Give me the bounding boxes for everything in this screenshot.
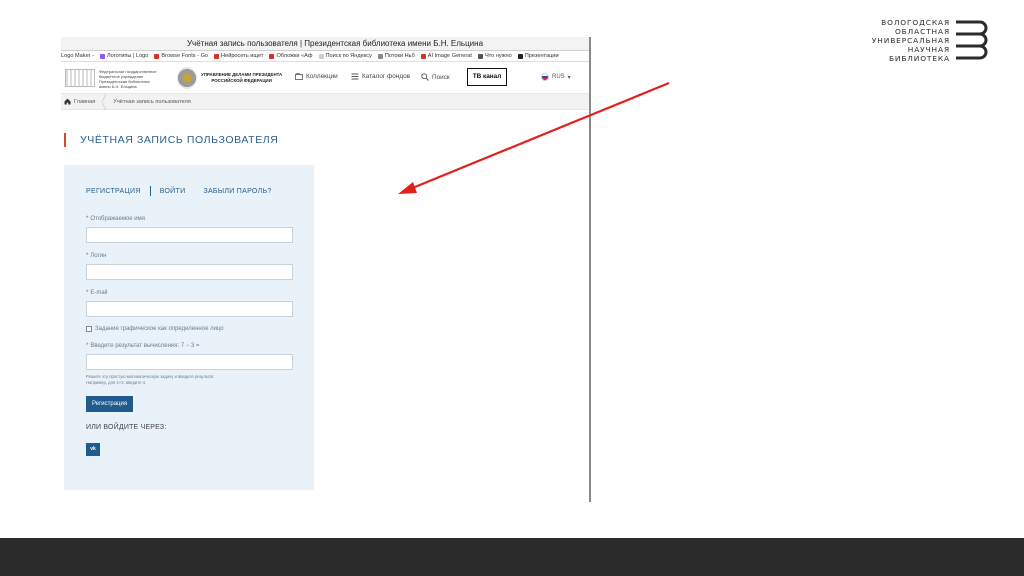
tab-divider: [149, 186, 151, 196]
nav-search[interactable]: Поиск: [421, 73, 450, 81]
heading-accent-bar: [64, 133, 66, 147]
site-header: Федеральное государственное бюджетное уч…: [61, 62, 589, 94]
admin-line: РОССИЙСКОЙ ФЕДЕРАЦИИ: [211, 78, 272, 83]
bookmark-item[interactable]: Логотипы | Logo: [99, 53, 149, 59]
nav-collections-label: Коллекции: [306, 73, 338, 80]
email-field[interactable]: [86, 301, 293, 317]
nav-catalog-label: Каталог фондов: [362, 73, 411, 80]
browser-title-bar: Учётная запись пользователя | Президентс…: [61, 37, 589, 51]
library-book-mark-icon: [956, 20, 988, 60]
bookmark-favicon-icon: [420, 53, 426, 59]
nav-catalog[interactable]: Каталог фондов: [351, 73, 410, 80]
org-line: имени Б.Н. Ельцина: [99, 84, 137, 89]
nav-search-label: Поиск: [432, 73, 450, 81]
vk-login-button[interactable]: vk: [86, 443, 100, 456]
bookmark-item[interactable]: AI Image Generat: [420, 53, 472, 59]
bookmark-label: Логотипы | Logo: [106, 53, 149, 59]
state-emblem-icon: [177, 67, 197, 89]
bookmark-item[interactable]: Browse Fonts - Go: [154, 53, 208, 59]
bookmark-item[interactable]: Нейросеть ищет: [214, 53, 263, 59]
page-title-text: УЧЁТНАЯ ЗАПИСЬ ПОЛЬЗОВАТЕЛЯ: [80, 134, 279, 146]
bookmark-label: Поиск по Яндексу: [325, 53, 372, 59]
nav-collections[interactable]: Коллекции: [295, 73, 338, 80]
logo-line: УНИВЕРСАЛЬНАЯ: [871, 36, 950, 45]
bookmark-item[interactable]: Обложки «Аф: [269, 53, 313, 59]
tv-channel-button[interactable]: ТВ канал: [467, 68, 507, 86]
checkbox-row[interactable]: Задание графическое как определенное лиц…: [86, 326, 224, 332]
bookmark-label: Презентации: [524, 53, 559, 59]
register-button[interactable]: Регистрация: [86, 396, 134, 412]
library-building-logo[interactable]: [65, 69, 95, 87]
search-icon: [421, 73, 429, 81]
website-screenshot: Учётная запись пользователя | Президентс…: [61, 37, 591, 502]
email-label: * E-mail: [86, 290, 108, 296]
captcha-label-text: Введите результат вычисления: 7 − 3 =: [90, 343, 200, 349]
bookmark-item[interactable]: Поиск по Яндексу: [318, 53, 372, 59]
library-logo: ВОЛОГОДСКАЯ ОБЛАСТНАЯ УНИВЕРСАЛЬНАЯ НАУЧ…: [872, 18, 1010, 66]
bookmark-favicon-icon: [99, 53, 105, 59]
display-name-label-text: Отображаемое имя: [90, 216, 146, 222]
logo-line: ВОЛОГОДСКАЯ: [881, 18, 950, 27]
bookmark-favicon-icon: [154, 53, 160, 59]
bookmark-favicon-icon: [477, 53, 483, 59]
breadcrumb-separator: [101, 93, 108, 110]
form-tabs: РЕГИСТРАЦИЯ ВОЙТИ ЗАБЫЛИ ПАРОЛЬ?: [86, 186, 272, 196]
bookmark-favicon-icon: [318, 53, 324, 59]
bookmark-item[interactable]: Что нужно: [477, 53, 512, 59]
presentation-slide: ВОЛОГОДСКАЯ ОБЛАСТНАЯ УНИВЕРСАЛЬНАЯ НАУЧ…: [0, 0, 1024, 576]
registration-form-panel: РЕГИСТРАЦИЯ ВОЙТИ ЗАБЫЛИ ПАРОЛЬ? * Отобра…: [64, 165, 314, 490]
bookmark-label: AI Image Generat: [427, 53, 472, 59]
breadcrumb-current: Учётная запись пользователя: [113, 98, 191, 105]
language-selector[interactable]: RUS ▾: [541, 73, 571, 81]
bookmark-label: Потоки Ньб: [384, 53, 415, 59]
bookmark-favicon-icon: [517, 53, 523, 59]
russia-flag-icon: [541, 73, 549, 81]
tab-forgot-password[interactable]: ЗАБЫЛИ ПАРОЛЬ?: [203, 188, 271, 195]
checkbox[interactable]: [86, 326, 92, 332]
logo-line: ОБЛАСТНАЯ: [894, 27, 950, 36]
captcha-field[interactable]: [86, 354, 293, 370]
org-description: Федеральное государственное бюджетное уч…: [99, 69, 157, 89]
login-label: * Логин: [86, 253, 107, 259]
display-name-label: * Отображаемое имя: [86, 216, 146, 222]
bookmark-favicon-icon: [269, 53, 275, 59]
tab-registration[interactable]: РЕГИСТРАЦИЯ: [86, 188, 141, 195]
bookmark-favicon-icon: [377, 53, 383, 59]
library-logo-text: ВОЛОГОДСКАЯ ОБЛАСТНАЯ УНИВЕРСАЛЬНАЯ НАУЧ…: [872, 18, 950, 63]
bookmark-label: Logo Maker -: [61, 53, 94, 59]
logo-line: НАУЧНАЯ: [907, 45, 950, 54]
tab-login[interactable]: ВОЙТИ: [160, 188, 186, 195]
home-icon[interactable]: [64, 98, 71, 105]
collections-icon: [295, 73, 303, 80]
bookmark-label: Нейросеть ищет: [221, 53, 264, 59]
alt-login-label: ИЛИ ВОЙДИТЕ ЧЕРЕЗ:: [86, 424, 167, 431]
email-label-text: E-mail: [90, 290, 108, 296]
logo-line: БИБЛИОТЕКА: [888, 54, 950, 63]
bookmarks-bar: Logo Maker - Логотипы | Logo Browse Fonts …: [61, 51, 589, 62]
bookmark-label: Обложки «Аф: [276, 53, 313, 59]
chevron-down-icon: ▾: [567, 74, 571, 81]
breadcrumb-home[interactable]: Главная: [74, 99, 95, 105]
admin-description: УПРАВЛЕНИЕ ДЕЛАМИ ПРЕЗИДЕНТА РОССИЙСКОЙ …: [201, 72, 282, 84]
captcha-hint: Решите эту простую математическую задачу…: [86, 374, 214, 386]
language-label: RUS: [552, 74, 565, 80]
bookmark-item[interactable]: Презентации: [517, 53, 559, 59]
bookmark-label: Что нужно: [484, 53, 512, 59]
hint-line: Например, для 1+3, введите 4.: [86, 380, 147, 385]
bookmark-item[interactable]: Потоки Ньб: [377, 53, 415, 59]
slide-footer-bar: [0, 538, 1024, 576]
breadcrumb: Главная Учётная запись пользователя: [61, 93, 589, 110]
login-label-text: Логин: [90, 253, 107, 259]
bookmark-item[interactable]: Logo Maker -: [61, 53, 94, 59]
display-name-field[interactable]: [86, 227, 293, 243]
page-title: УЧЁТНАЯ ЗАПИСЬ ПОЛЬЗОВАТЕЛЯ: [64, 133, 278, 147]
bookmark-label: Browse Fonts - Go: [161, 53, 209, 59]
bookmark-favicon-icon: [214, 53, 220, 59]
login-field[interactable]: [86, 264, 293, 280]
checkbox-label: Задание графическое как определенное лиц…: [95, 326, 224, 332]
captcha-label: * Введите результат вычисления: 7 − 3 =: [86, 343, 200, 349]
catalog-icon: [351, 73, 359, 80]
